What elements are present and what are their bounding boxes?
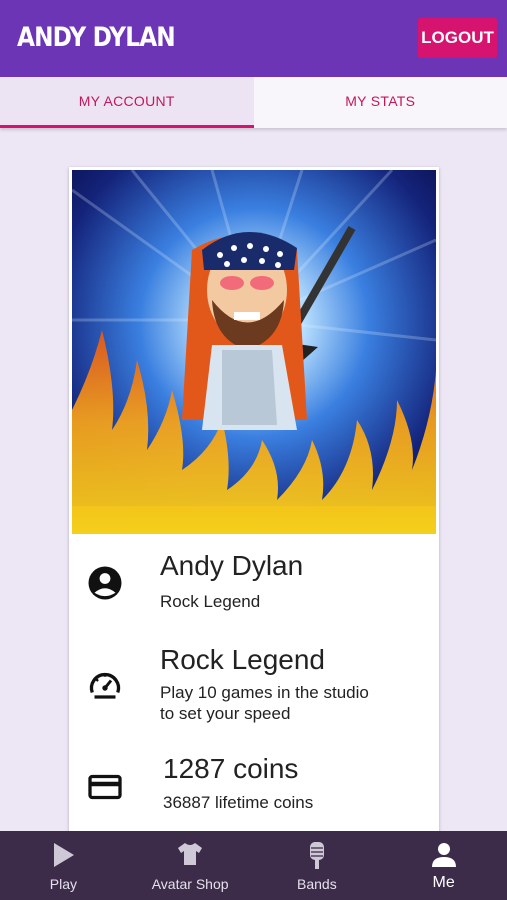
coins-current: 1287 coins [163, 753, 299, 784]
coins-row: 1287 coins 36887 lifetime coins [69, 747, 439, 837]
app-header: ANDY DYLAN LOGOUT [0, 0, 507, 77]
speed-hint-line2: to set your speed [160, 704, 291, 723]
person-icon [431, 843, 456, 867]
bottom-navigation: Play Avatar Shop Bands Me [0, 831, 507, 900]
speed-hint-line1: Play 10 games in the studio [160, 683, 369, 702]
speedometer-icon [89, 672, 121, 699]
nav-avatar-shop-label: Avatar Shop [151, 876, 229, 892]
logout-button[interactable]: LOGOUT [418, 18, 497, 58]
tab-bar: MY ACCOUNT MY STATS [0, 77, 507, 128]
tab-my-account[interactable]: MY ACCOUNT [0, 77, 254, 128]
speed-level: Rock Legend [160, 644, 326, 675]
nav-me-label: Me [432, 874, 455, 891]
play-icon [54, 843, 75, 867]
app-title: ANDY DYLAN [17, 22, 176, 53]
avatar-image[interactable] [72, 170, 436, 534]
shirt-icon [178, 843, 203, 865]
credit-card-icon [88, 774, 122, 800]
nav-avatar-shop[interactable]: Avatar Shop [127, 831, 254, 900]
speed-row: Rock Legend Play 10 games in the studio … [69, 637, 439, 737]
tab-my-stats[interactable]: MY STATS [253, 77, 507, 128]
nav-play-label: Play [49, 876, 77, 892]
account-circle-icon [88, 566, 122, 600]
profile-name: Andy Dylan [160, 550, 304, 581]
account-card: Andy Dylan Rock Legend Rock Legend Play … [69, 167, 439, 837]
profile-row: Andy Dylan Rock Legend [69, 537, 439, 629]
nav-play[interactable]: Play [0, 831, 127, 900]
profile-title: Rock Legend [160, 592, 261, 611]
coins-lifetime: 36887 lifetime coins [163, 793, 314, 812]
nav-bands[interactable]: Bands [254, 831, 381, 900]
nav-bands-label: Bands [297, 876, 337, 892]
nav-me[interactable]: Me [380, 831, 507, 900]
microphone-icon [309, 842, 324, 869]
